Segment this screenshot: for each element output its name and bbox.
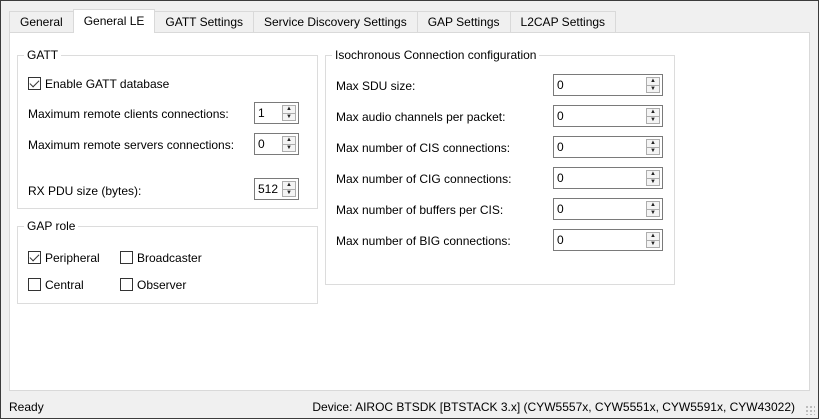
- observer-checkbox[interactable]: [120, 278, 133, 291]
- tab-content-panel: GATT Enable GATT database Maximum remote…: [9, 32, 810, 391]
- max-clients-input[interactable]: [255, 103, 282, 123]
- rx-pdu-input[interactable]: [255, 179, 282, 199]
- gatt-groupbox: GATT Enable GATT database Maximum remote…: [17, 48, 318, 209]
- spin-down-icon[interactable]: ▼: [647, 239, 659, 248]
- tab-gap-settings[interactable]: GAP Settings: [416, 11, 511, 33]
- max-cig-label: Max number of CIG connections:: [336, 172, 512, 186]
- max-cis-input[interactable]: [554, 137, 646, 157]
- resize-grip-icon[interactable]: [805, 405, 815, 415]
- max-sdu-label: Max SDU size:: [336, 79, 416, 93]
- observer-label: Observer: [137, 278, 187, 292]
- max-servers-input[interactable]: [255, 134, 282, 154]
- max-big-spinbox[interactable]: ▲▼: [553, 229, 663, 251]
- max-cig-input[interactable]: [554, 168, 646, 188]
- max-clients-spinbox[interactable]: ▲▼: [254, 102, 299, 124]
- status-bar: Ready Device: AIROC BTSDK [BTSTACK 3.x] …: [0, 395, 819, 419]
- spin-down-icon[interactable]: ▼: [647, 115, 659, 124]
- iso-groupbox: Isochronous Connection configuration Max…: [325, 48, 675, 285]
- enable-gatt-row[interactable]: Enable GATT database: [28, 76, 169, 92]
- gatt-legend: GATT: [24, 48, 62, 62]
- broadcaster-checkbox[interactable]: [120, 251, 133, 264]
- spin-down-icon[interactable]: ▼: [647, 177, 659, 186]
- enable-gatt-checkbox[interactable]: [28, 77, 41, 90]
- gap-role-groupbox: GAP role Peripheral Broadcaster Central …: [17, 219, 318, 304]
- spin-down-icon[interactable]: ▼: [283, 143, 295, 152]
- observer-row[interactable]: Observer: [120, 277, 186, 293]
- peripheral-row[interactable]: Peripheral: [28, 250, 100, 266]
- gap-role-legend: GAP role: [24, 219, 79, 233]
- central-checkbox[interactable]: [28, 278, 41, 291]
- max-buffers-input[interactable]: [554, 199, 646, 219]
- max-servers-label: Maximum remote servers connections:: [28, 138, 235, 152]
- device-info: Device: AIROC BTSDK [BTSTACK 3.x] (CYW55…: [312, 400, 795, 414]
- tab-general-le[interactable]: General LE: [72, 9, 156, 33]
- max-cis-label: Max number of CIS connections:: [336, 141, 511, 155]
- spin-down-icon[interactable]: ▼: [647, 146, 659, 155]
- rx-pdu-label: RX PDU size (bytes):: [28, 184, 142, 198]
- tab-gatt-settings[interactable]: GATT Settings: [154, 11, 254, 33]
- max-sdu-input[interactable]: [554, 75, 646, 95]
- tab-service-discovery-settings[interactable]: Service Discovery Settings: [253, 11, 418, 33]
- tab-l2cap-settings[interactable]: L2CAP Settings: [509, 11, 617, 33]
- max-audio-channels-input[interactable]: [554, 106, 646, 126]
- max-audio-channels-spinbox[interactable]: ▲▼: [553, 105, 663, 127]
- peripheral-checkbox[interactable]: [28, 251, 41, 264]
- spin-down-icon[interactable]: ▼: [647, 84, 659, 93]
- enable-gatt-label: Enable GATT database: [45, 77, 170, 91]
- central-label: Central: [45, 278, 84, 292]
- max-big-input[interactable]: [554, 230, 646, 250]
- max-cig-spinbox[interactable]: ▲▼: [553, 167, 663, 189]
- max-big-label: Max number of BIG connections:: [336, 234, 511, 248]
- spin-down-icon[interactable]: ▼: [647, 208, 659, 217]
- max-cis-spinbox[interactable]: ▲▼: [553, 136, 663, 158]
- tab-general[interactable]: General: [9, 11, 74, 33]
- central-row[interactable]: Central: [28, 277, 84, 293]
- rx-pdu-spinbox[interactable]: ▲▼: [254, 178, 299, 200]
- max-sdu-spinbox[interactable]: ▲▼: [553, 74, 663, 96]
- max-buffers-spinbox[interactable]: ▲▼: [553, 198, 663, 220]
- spin-down-icon[interactable]: ▼: [283, 112, 295, 121]
- max-buffers-label: Max number of buffers per CIS:: [336, 203, 504, 217]
- broadcaster-label: Broadcaster: [137, 251, 202, 265]
- peripheral-label: Peripheral: [45, 251, 100, 265]
- spin-down-icon[interactable]: ▼: [283, 188, 295, 197]
- status-text: Ready: [9, 400, 44, 414]
- max-clients-label: Maximum remote clients connections:: [28, 107, 229, 121]
- max-servers-spinbox[interactable]: ▲▼: [254, 133, 299, 155]
- max-audio-channels-label: Max audio channels per packet:: [336, 110, 506, 124]
- tab-strip: General General LE GATT Settings Service…: [9, 9, 617, 33]
- iso-legend: Isochronous Connection configuration: [332, 48, 540, 62]
- broadcaster-row[interactable]: Broadcaster: [120, 250, 202, 266]
